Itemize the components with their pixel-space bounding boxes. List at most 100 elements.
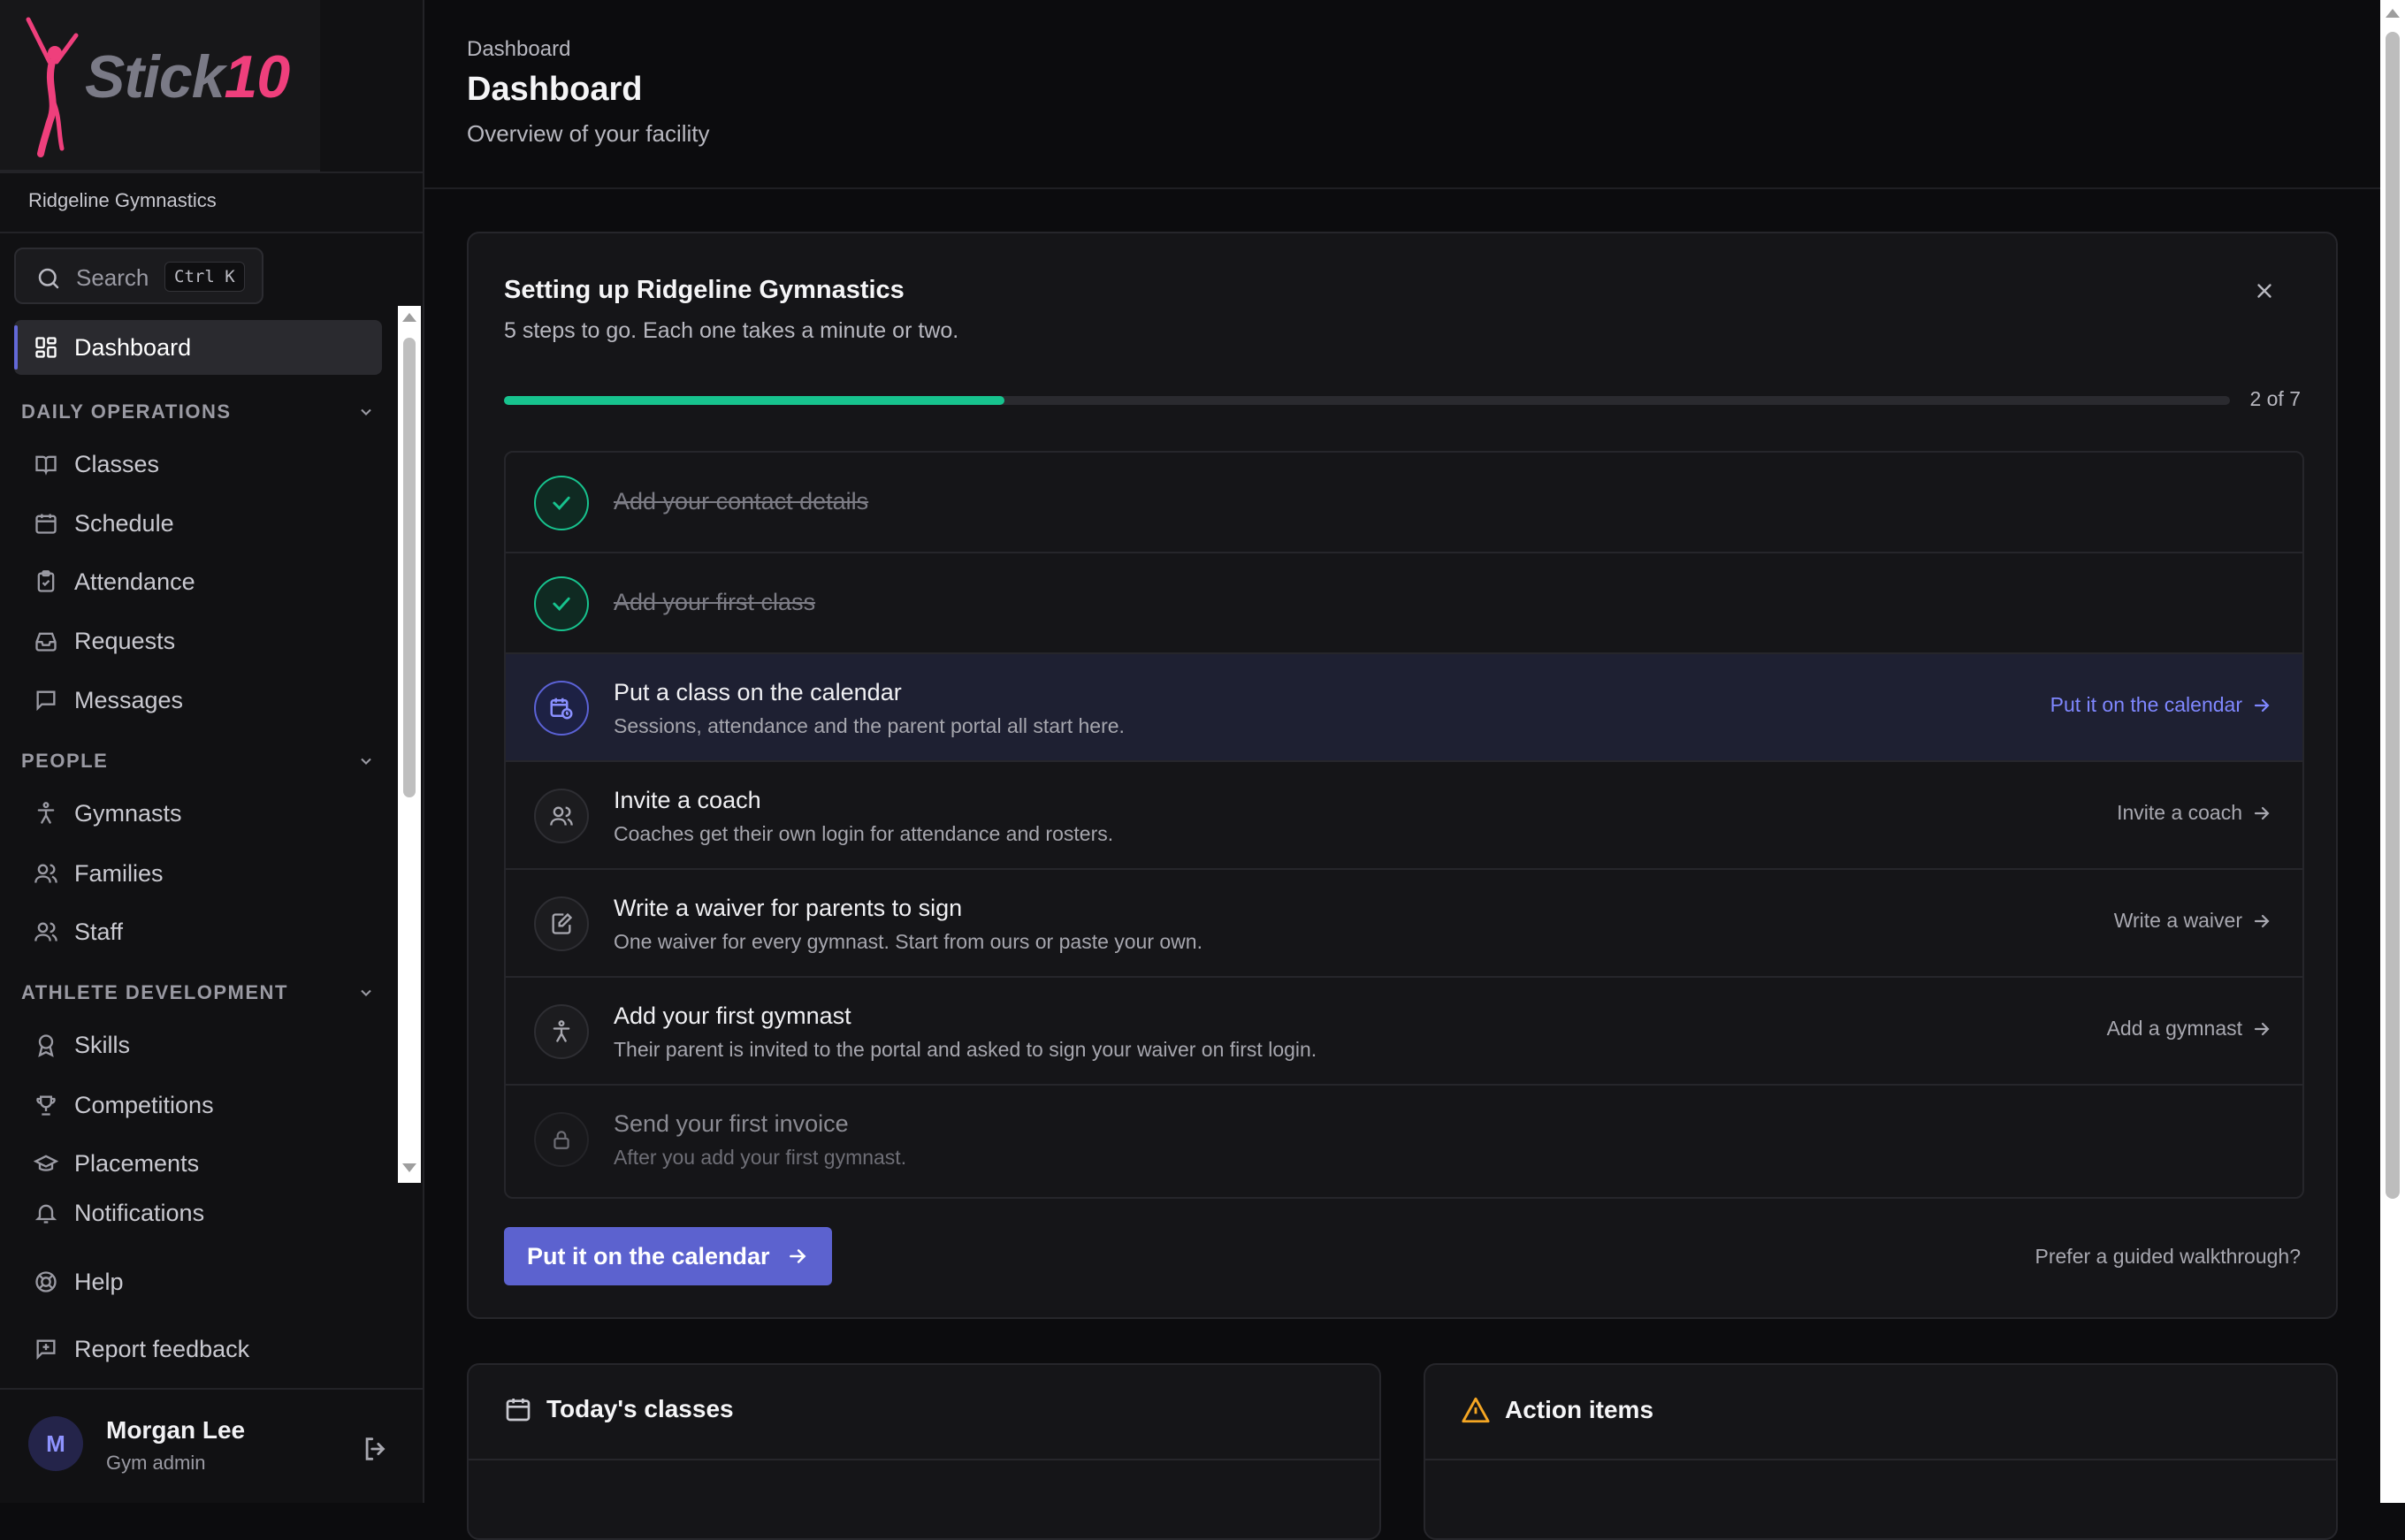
sidebar-item-attendance[interactable]: Attendance [32, 564, 195, 599]
panel-title: Action items [1505, 1396, 1654, 1423]
step-action-link[interactable]: Add a gymnast [2107, 1017, 2272, 1041]
search-button[interactable]: Search Ctrl K [14, 248, 263, 304]
step-description: Their parent is invited to the portal an… [614, 1038, 1317, 1061]
page-subtitle: Overview of your facility [467, 120, 710, 147]
chevron-down-icon [361, 758, 371, 765]
step-title: Put a class on the calendar [614, 679, 902, 705]
users-icon [32, 918, 60, 946]
warning-icon [1462, 1397, 1490, 1423]
sidebar-item-label: Requests [74, 627, 176, 654]
divider [469, 1459, 1379, 1460]
scroll-up-arrow[interactable] [2386, 9, 2400, 18]
todays-classes-panel: Today's classes [467, 1363, 1381, 1540]
divider [0, 232, 423, 233]
sidebar-item-dashboard[interactable]: Dashboard [32, 330, 191, 365]
progress-fill [504, 396, 1005, 405]
sidebar-item-classes[interactable]: Classes [32, 446, 159, 482]
step-action-label: Add a gymnast [2106, 1017, 2242, 1040]
person-icon [534, 1004, 589, 1059]
check-icon [534, 576, 589, 631]
sidebar-item-staff[interactable]: Staff [32, 914, 123, 949]
org-name: Ridgeline Gymnastics [28, 189, 217, 211]
sidebar-item-label: Competitions [74, 1091, 214, 1118]
sidebar-item-label: Notifications [74, 1199, 205, 1226]
put-on-calendar-button[interactable]: Put it on the calendar [504, 1227, 832, 1285]
calendar-clock-icon [534, 681, 589, 736]
clipboard-check-icon [32, 568, 60, 596]
sidebar-item-placements[interactable]: Placements [32, 1146, 199, 1181]
edit-document-icon [534, 896, 589, 951]
section-people[interactable]: PEOPLE [21, 748, 375, 774]
scroll-down-arrow[interactable] [402, 1163, 416, 1172]
sidebar-item-report-feedback[interactable]: Report feedback [32, 1331, 249, 1367]
sidebar-scrollbar[interactable] [398, 306, 421, 1183]
feedback-icon [32, 1335, 60, 1363]
step-title: Add your first class [614, 589, 816, 615]
trophy-icon [32, 1091, 60, 1119]
step-action-link[interactable]: Write a waiver [2114, 909, 2272, 933]
sidebar-item-competitions[interactable]: Competitions [32, 1087, 214, 1123]
calendar-icon [32, 509, 60, 537]
lock-icon [534, 1112, 589, 1167]
step-title: Add your contact details [614, 488, 869, 515]
page-scrollbar[interactable] [2380, 0, 2405, 1503]
logo[interactable]: Stick10 [0, 0, 320, 172]
sidebar-item-label: Attendance [74, 568, 195, 595]
inbox-icon [32, 627, 60, 655]
section-daily-operations[interactable]: DAILY OPERATIONS [21, 399, 375, 425]
setup-step[interactable]: Add your first class [506, 553, 2302, 654]
calendar-icon [506, 1399, 531, 1422]
setup-step[interactable]: Invite a coach Coaches get their own log… [506, 762, 2302, 870]
page-title: Dashboard [467, 71, 643, 108]
progress-label: 2 of 7 [2249, 387, 2301, 410]
scroll-thumb[interactable] [2386, 32, 2400, 1199]
sidebar-item-label: Classes [74, 450, 160, 477]
panel-header: Today's classes [504, 1395, 734, 1423]
section-athlete-development[interactable]: ATHLETE DEVELOPMENT [21, 980, 375, 1006]
sidebar-item-families[interactable]: Families [32, 856, 164, 891]
arrow-right-icon [2254, 1022, 2270, 1035]
scroll-thumb[interactable] [403, 338, 416, 797]
sidebar-item-skills[interactable]: Skills [32, 1027, 130, 1063]
divider [1425, 1459, 2336, 1460]
sidebar-item-help[interactable]: Help [32, 1264, 124, 1300]
panel-header: Action items [1461, 1395, 1653, 1425]
step-action-link[interactable]: Put it on the calendar [2050, 693, 2272, 717]
action-items-panel: Action items [1424, 1363, 2338, 1540]
sidebar-item-messages[interactable]: Messages [32, 682, 183, 718]
setup-checklist-card: Setting up Ridgeline Gymnastics 5 steps … [467, 232, 2338, 1319]
guided-walkthrough-link[interactable]: Prefer a guided walkthrough? [2035, 1245, 2301, 1269]
step-description: After you add your first gymnast. [614, 1146, 907, 1169]
step-action-link[interactable]: Invite a coach [2117, 801, 2272, 825]
scroll-up-arrow[interactable] [402, 313, 416, 322]
avatar[interactable]: M [28, 1416, 83, 1471]
user-role: Gym admin [106, 1452, 206, 1474]
setup-step[interactable]: Add your contact details [506, 453, 2302, 553]
sidebar-item-notifications[interactable]: Notifications [32, 1195, 204, 1231]
section-title: DAILY OPERATIONS [21, 400, 232, 423]
setup-step[interactable]: Add your first gymnast Their parent is i… [506, 978, 2302, 1086]
setup-step-current[interactable]: Put a class on the calendar Sessions, at… [506, 654, 2302, 762]
search-label: Search [76, 264, 149, 291]
logout-icon[interactable] [361, 1434, 391, 1464]
sidebar: Stick10 Ridgeline Gymnastics Search Ctrl… [0, 0, 424, 1503]
sidebar-item-requests[interactable]: Requests [32, 623, 175, 659]
divider [424, 187, 2380, 189]
breadcrumb[interactable]: Dashboard [467, 37, 570, 62]
logo-wordmark: Stick10 [85, 43, 290, 111]
graduation-cap-icon [32, 1149, 60, 1178]
person-icon [32, 799, 60, 827]
sidebar-item-label: Gymnasts [74, 799, 182, 827]
search-shortcut: Ctrl K [164, 262, 245, 292]
sidebar-item-schedule[interactable]: Schedule [32, 506, 174, 541]
message-icon [32, 686, 60, 714]
setup-subtitle: 5 steps to go. Each one takes a minute o… [504, 318, 959, 343]
gymnast-logo-icon [26, 17, 79, 157]
step-description: Sessions, attendance and the parent port… [614, 714, 1125, 737]
grid-icon [32, 333, 60, 362]
sidebar-item-gymnasts[interactable]: Gymnasts [32, 796, 182, 831]
book-icon [32, 450, 60, 478]
close-icon[interactable] [2253, 279, 2276, 302]
sidebar-item-label: Schedule [74, 509, 174, 537]
setup-step[interactable]: Write a waiver for parents to sign One w… [506, 870, 2302, 978]
